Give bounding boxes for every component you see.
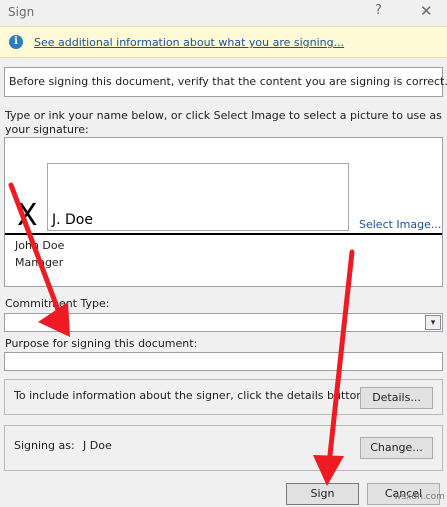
signature-input[interactable]: J. Doe xyxy=(47,163,349,231)
details-group: To include information about the signer,… xyxy=(4,379,443,415)
window-title: Sign xyxy=(8,5,35,19)
info-icon: i xyxy=(9,35,23,49)
watermark: wsxdn.com xyxy=(394,492,445,502)
signature-typed-name: J. Doe xyxy=(52,212,93,228)
signer-name: John Doe xyxy=(15,239,65,252)
purpose-label: Purpose for signing this document: xyxy=(5,337,198,350)
help-icon[interactable]: ? xyxy=(375,3,382,18)
additional-info-link[interactable]: See additional information about what yo… xyxy=(34,36,344,49)
signing-as-value: J Doe xyxy=(83,439,112,452)
details-button[interactable]: Details... xyxy=(360,387,433,409)
signature-x-mark: X xyxy=(17,198,38,233)
signing-as-group: Signing as: J Doe Change... xyxy=(4,425,443,471)
signature-instructions: Type or ink your name below, or click Se… xyxy=(5,109,442,136)
purpose-input[interactable] xyxy=(4,352,443,371)
details-text: To include information about the signer,… xyxy=(14,389,367,402)
change-button[interactable]: Change... xyxy=(360,437,433,459)
select-image-link[interactable]: Select Image... xyxy=(359,218,441,231)
signature-area: X J. Doe Select Image... John Doe Manage… xyxy=(4,137,443,287)
sign-button[interactable]: Sign xyxy=(286,483,359,505)
signing-as-label: Signing as: xyxy=(14,439,75,452)
verify-text: Before signing this document, verify tha… xyxy=(9,75,447,88)
commitment-type-select[interactable]: ▾ xyxy=(4,313,443,332)
signer-title: Manager xyxy=(15,256,64,269)
signature-line xyxy=(5,233,442,235)
chevron-down-icon[interactable]: ▾ xyxy=(425,315,441,330)
close-icon[interactable]: ✕ xyxy=(420,2,433,20)
title-bar: Sign ? ✕ xyxy=(0,0,447,24)
commitment-type-label: Commitment Type: xyxy=(5,297,110,310)
verify-notice: Before signing this document, verify tha… xyxy=(4,67,447,97)
info-bar: i See additional information about what … xyxy=(0,26,447,58)
